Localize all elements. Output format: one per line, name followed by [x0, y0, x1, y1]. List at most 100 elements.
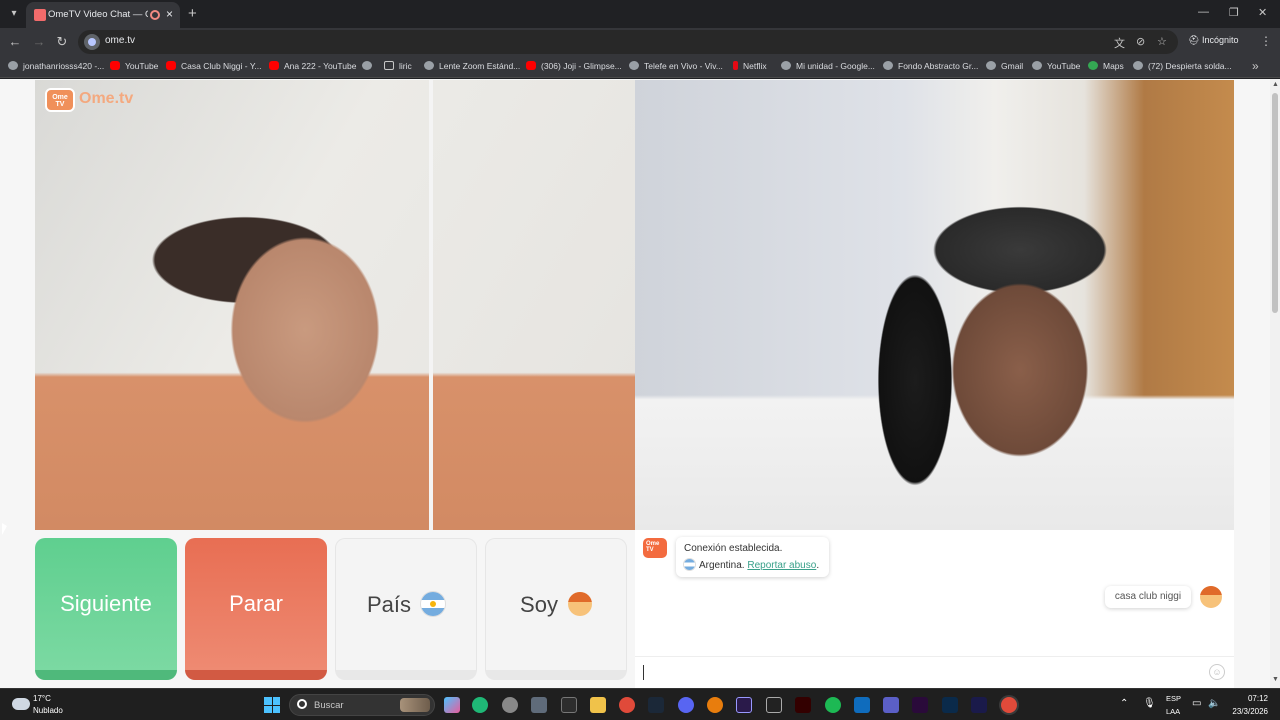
menu-dots-icon[interactable]: ⋮: [1260, 34, 1272, 48]
chat-panel: Ome TV Conexión establecida. Argentina. …: [635, 530, 1234, 688]
bookmark-item[interactable]: Gmail: [986, 61, 1023, 73]
bookmark-item[interactable]: (72) Despierta solda...: [1133, 61, 1232, 73]
connection-status: Conexión establecida.: [684, 543, 783, 554]
emoji-picker-icon[interactable]: ☺: [1209, 664, 1225, 680]
photoshop-icon[interactable]: [942, 697, 958, 713]
stranger-video: Ome TV Ome.tv: [35, 80, 635, 530]
window-close-icon[interactable]: ✕: [1258, 6, 1267, 19]
after-effects-icon[interactable]: [971, 697, 987, 713]
tab-search-icon[interactable]: ▾: [6, 6, 22, 22]
bookmark-label: jonathanriosss420 -...: [23, 61, 105, 71]
scroll-thumb[interactable]: [1272, 93, 1278, 313]
copilot-icon[interactable]: [444, 697, 460, 713]
network-icon[interactable]: ▭: [1192, 698, 1201, 709]
chrome-incognito-icon[interactable]: [1001, 697, 1017, 713]
bookmark-item[interactable]: Fondo Abstracto Gr...: [883, 61, 978, 73]
unreal-icon[interactable]: [766, 697, 782, 713]
country-name: Argentina.: [699, 560, 745, 571]
microphone-icon[interactable]: 🎙: [1143, 698, 1156, 709]
more-bookmarks-icon[interactable]: »: [1252, 59, 1259, 73]
country-label: País: [366, 592, 412, 617]
bookmark-label: Casa Club Niggi - Y...: [181, 61, 262, 71]
new-tab-icon[interactable]: +: [188, 5, 197, 22]
chrome-icon[interactable]: [619, 697, 635, 713]
volume-icon[interactable]: 🔈: [1208, 698, 1220, 709]
store-icon[interactable]: [531, 697, 547, 713]
folder-icon: [384, 61, 394, 70]
chat-input[interactable]: ☺: [635, 656, 1234, 688]
outlook-icon[interactable]: [854, 697, 870, 713]
discord-icon[interactable]: [678, 697, 694, 713]
bookmark-item[interactable]: Telefe en Vivo - Viv...: [629, 61, 723, 73]
argentina-flag-icon: [684, 559, 695, 570]
next-button[interactable]: Siguiente: [35, 538, 177, 680]
ometv-page: Ome TV Ome.tv Siguiente Parar País Soy O…: [0, 79, 1280, 688]
cloud-icon[interactable]: [12, 698, 30, 710]
site-info-icon[interactable]: [84, 34, 100, 50]
eye-slash-icon[interactable]: ⊘: [1136, 35, 1145, 48]
premiere-icon[interactable]: [912, 697, 928, 713]
bookmark-item[interactable]: jonathanriosss420 -...: [8, 61, 104, 73]
browser-tab-active[interactable]: OmeTV Video Chat — Ome ×: [26, 2, 180, 28]
weather-description[interactable]: Nublado: [33, 706, 63, 715]
report-abuse-link[interactable]: Reportar abuso: [747, 560, 816, 571]
edge-icon[interactable]: [472, 697, 488, 713]
incognito-indicator[interactable]: ⛑ Incógnito: [1188, 35, 1238, 46]
back-icon[interactable]: ←: [7, 34, 23, 49]
scroll-down-icon[interactable]: ▼: [1272, 676, 1279, 683]
clock-date[interactable]: 23/3/2026: [1222, 707, 1268, 716]
bookmark-item[interactable]: Ana 222 - YouTube: [269, 61, 356, 73]
teams-icon[interactable]: [883, 697, 899, 713]
app-icon[interactable]: [502, 697, 518, 713]
scroll-up-icon[interactable]: ▲: [1272, 81, 1279, 88]
incognito-label: Incógnito: [1201, 35, 1239, 45]
file-explorer-icon[interactable]: [590, 697, 606, 713]
gender-button[interactable]: Soy: [485, 538, 627, 680]
logo-text: Ome.tv: [79, 90, 134, 107]
weather-temperature[interactable]: 17°C: [33, 694, 51, 703]
restore-icon[interactable]: ❐: [1229, 6, 1239, 19]
netflix-icon: [733, 61, 738, 70]
bookmark-item[interactable]: YouTube: [1032, 61, 1080, 73]
bookmark-item[interactable]: Maps: [1088, 61, 1124, 73]
boy-emoji-icon: [567, 592, 592, 616]
spotify-icon[interactable]: [825, 697, 841, 713]
windows-taskbar: 17°C Nublado Buscar ⌃ 🎙 ESP LAA ▭ 🔈 07:1…: [0, 688, 1280, 720]
clock-time[interactable]: 07:12: [1230, 694, 1268, 703]
country-button[interactable]: País: [335, 538, 477, 680]
stop-button[interactable]: Parar: [185, 538, 327, 680]
translate-icon[interactable]: 文: [1114, 35, 1125, 51]
bookmark-item[interactable]: YouTube: [110, 61, 158, 73]
bookmark-label: Mi unidad - Google...: [796, 61, 875, 71]
bookmark-label: Telefe en Vivo - Viv...: [644, 61, 723, 71]
bookmark-label: (72) Despierta solda...: [1148, 61, 1232, 71]
page-scrollbar[interactable]: ▲ ▼: [1270, 79, 1280, 688]
illustrator-icon[interactable]: [795, 697, 811, 713]
forward-icon[interactable]: →: [31, 34, 47, 49]
bookmark-folder[interactable]: liric: [384, 61, 412, 73]
steam-icon[interactable]: [648, 697, 664, 713]
after-effects-icon[interactable]: [736, 697, 752, 713]
bookmark-item[interactable]: (306) Joji - Glimpse...: [526, 61, 622, 73]
tray-overflow-icon[interactable]: ⌃: [1120, 698, 1128, 709]
mouse-cursor-icon: [2, 523, 7, 535]
taskbar-search[interactable]: Buscar: [289, 694, 435, 716]
bookmark-item[interactable]: [362, 61, 377, 73]
bookmark-item[interactable]: Casa Club Niggi - Y...: [166, 61, 261, 73]
bookmark-item[interactable]: Lente Zoom Estánd...: [424, 61, 520, 73]
windows-start-icon[interactable]: [264, 697, 280, 713]
blender-icon[interactable]: [707, 697, 723, 713]
address-bar[interactable]: ome.tv 文 ⊘ ☆: [78, 30, 1178, 54]
system-message: Conexión establecida. Argentina. Reporta…: [676, 537, 829, 577]
input-layout[interactable]: LAA: [1166, 707, 1180, 716]
globe-icon: [1032, 61, 1042, 70]
minimize-icon[interactable]: —: [1198, 6, 1209, 18]
bookmark-item[interactable]: Netflix: [733, 61, 767, 73]
bookmark-item[interactable]: Mi unidad - Google...: [781, 61, 875, 73]
tab-close-icon[interactable]: ×: [166, 7, 173, 21]
epic-games-icon[interactable]: [561, 697, 577, 713]
input-language[interactable]: ESP: [1166, 694, 1181, 703]
globe-icon: [883, 61, 893, 70]
reload-icon[interactable]: ↻: [54, 34, 70, 50]
bookmark-star-icon[interactable]: ☆: [1157, 35, 1167, 48]
